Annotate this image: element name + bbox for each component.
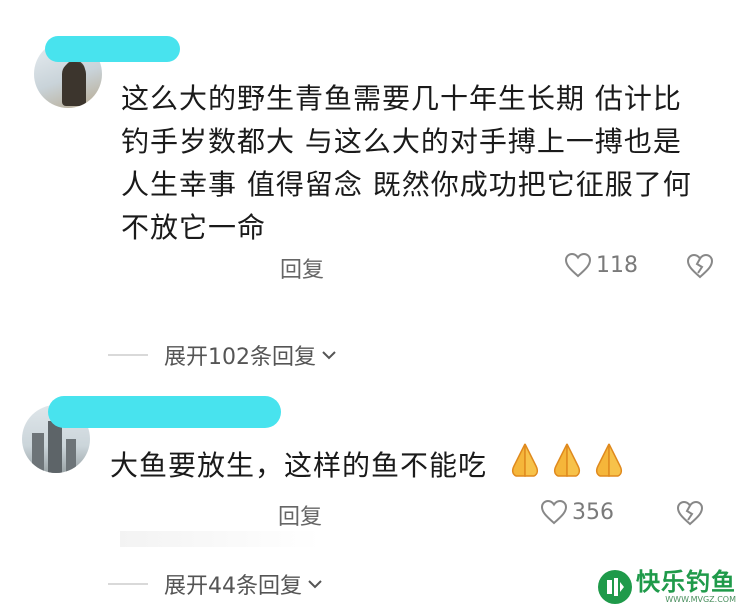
comment-line: 人生幸事 值得留念 既然你成功把它征服了何 [121, 168, 692, 201]
praying-hands-icon [595, 443, 623, 477]
fish-logo-icon [598, 570, 632, 604]
comment-line: 钓手岁数都大 与这么大的对手搏上一搏也是 [121, 125, 682, 158]
like-button[interactable]: 118 [564, 252, 638, 278]
redacted-username[interactable] [45, 36, 180, 62]
expand-replies-label: 展开44条回复 [164, 574, 302, 599]
dislike-icon[interactable] [686, 253, 714, 279]
comment-text: 大鱼要放生，这样的鱼不能吃 [110, 444, 670, 487]
reply-button[interactable]: 回复 [280, 252, 324, 284]
chevron-down-icon [322, 351, 336, 360]
like-count: 118 [596, 252, 638, 278]
divider [120, 531, 320, 547]
watermark-title: 快乐钓鱼 [636, 568, 736, 596]
divider [108, 583, 148, 585]
heart-icon [540, 499, 568, 525]
watermark: 快乐钓鱼 WWW.MVGZ.COM [598, 568, 736, 606]
divider [108, 354, 148, 356]
expand-replies-label: 展开102条回复 [164, 345, 316, 370]
expand-replies[interactable]: 展开44条回复 [108, 568, 324, 600]
redacted-username[interactable] [48, 396, 281, 428]
dislike-icon[interactable] [676, 500, 704, 526]
praying-hands-icon [553, 443, 581, 477]
comment-line: 这么大的野生青鱼需要几十年生长期 估计比 [121, 82, 682, 115]
expand-replies[interactable]: 展开102条回复 [108, 339, 338, 371]
chevron-down-icon [308, 580, 322, 589]
heart-icon [564, 252, 592, 278]
watermark-url: WWW.MVGZ.COM [665, 595, 736, 604]
comment-line: 不放它一命 [121, 211, 267, 244]
praying-hands-icon [511, 443, 539, 477]
reply-button[interactable]: 回复 [278, 499, 322, 531]
like-button[interactable]: 356 [540, 499, 614, 525]
comment-text: 这么大的野生青鱼需要几十年生长期 估计比 钓手岁数都大 与这么大的对手搏上一搏也… [121, 77, 721, 249]
comment-line: 大鱼要放生，这样的鱼不能吃 [110, 449, 488, 482]
like-count: 356 [572, 499, 614, 525]
